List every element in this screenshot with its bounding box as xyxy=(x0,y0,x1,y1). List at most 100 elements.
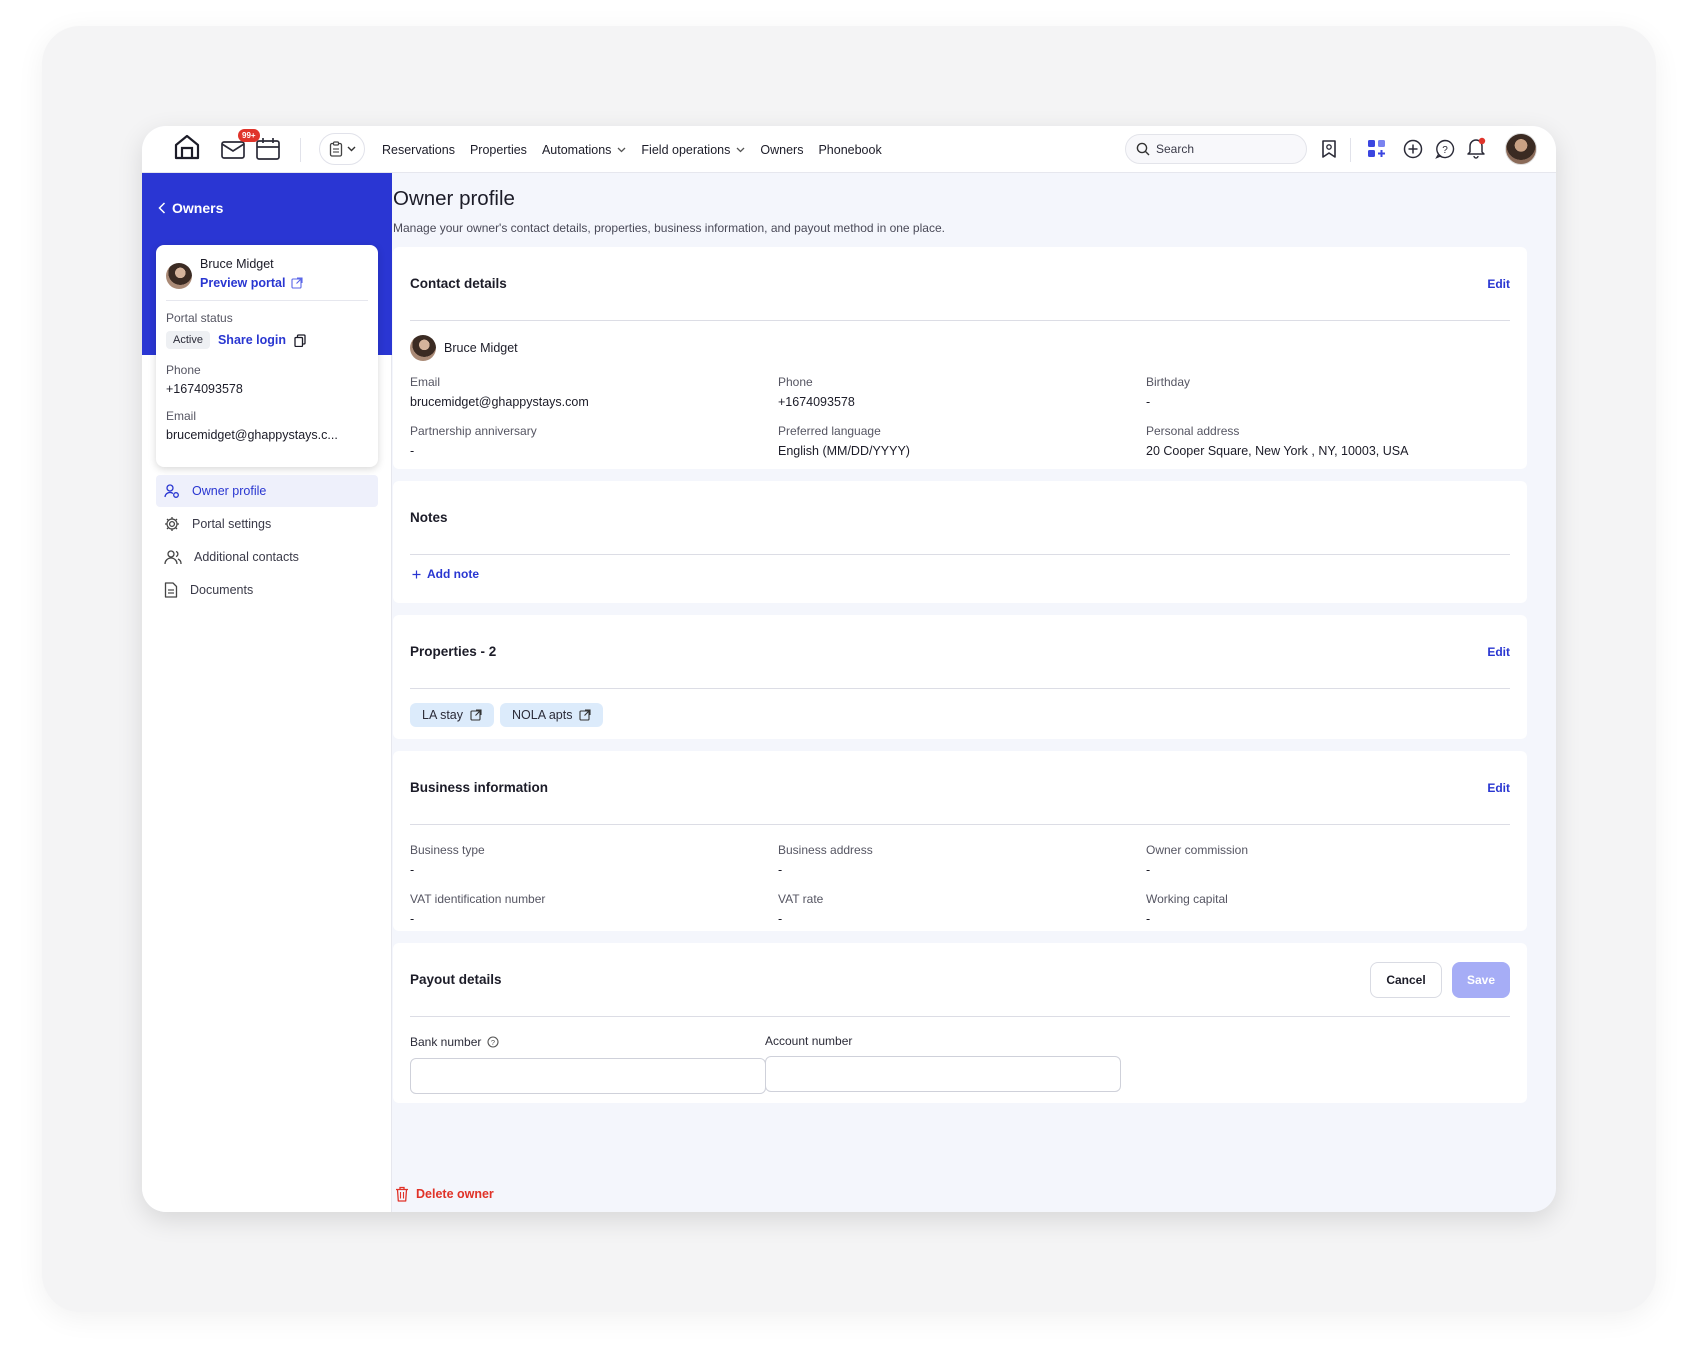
owner-avatar xyxy=(410,335,436,361)
owner-avatar xyxy=(166,263,192,289)
field-value: +1674093578 xyxy=(778,395,855,409)
document-icon xyxy=(164,582,178,598)
status-badge: Active xyxy=(166,331,210,349)
add-note-button[interactable]: Add note xyxy=(412,567,479,581)
nav-automations[interactable]: Automations xyxy=(542,143,626,157)
field-value: 20 Cooper Square, New York , NY, 10003, … xyxy=(1146,444,1409,458)
search-icon xyxy=(1136,142,1150,156)
nav-label: Phonebook xyxy=(818,142,882,157)
edit-contact-button[interactable]: Edit xyxy=(1487,277,1510,291)
menu-owner-profile[interactable]: Owner profile xyxy=(156,475,378,507)
chevron-down-icon xyxy=(347,146,355,152)
menu-label: Portal settings xyxy=(192,517,272,531)
delete-owner-label: Delete owner xyxy=(416,1187,494,1201)
page-title: Owner profile xyxy=(393,187,515,210)
nav-label: Properties xyxy=(469,142,527,157)
property-chips: LA stay NOLA apts xyxy=(410,703,609,727)
plus-icon xyxy=(412,570,421,578)
home-logo-icon[interactable] xyxy=(172,132,202,162)
divider xyxy=(300,138,301,162)
menu-label: Documents xyxy=(190,583,254,597)
field-value: - xyxy=(778,863,783,877)
nav-owners[interactable]: Owners xyxy=(760,143,803,157)
field-label: Business address xyxy=(778,843,873,857)
nav-phonebook[interactable]: Phonebook xyxy=(818,143,881,157)
back-to-owners-link[interactable]: Owners xyxy=(158,200,223,216)
user-avatar[interactable] xyxy=(1505,133,1537,165)
owner-summary-card: Bruce Midget Preview portal Portal statu… xyxy=(156,245,378,467)
email-value: brucemidget@ghappystays.c... xyxy=(166,428,338,442)
panel-title: Properties - 2 xyxy=(410,644,497,659)
phone-label: Phone xyxy=(166,363,201,377)
nav-field-operations[interactable]: Field operations xyxy=(641,143,745,157)
search-placeholder: Search xyxy=(1156,142,1195,156)
delete-owner-button[interactable]: Delete owner xyxy=(395,1186,494,1202)
contact-name-row: Bruce Midget xyxy=(410,335,518,361)
search-box[interactable]: Search xyxy=(1125,134,1307,164)
contact-fields: Email brucemidget@ghappystays.com Phone +1… xyxy=(410,375,1510,458)
field-label: Email xyxy=(410,375,441,389)
field-business-type: Business type - xyxy=(410,843,778,877)
field-vat-rate: VAT rate - xyxy=(778,892,1146,926)
bank-number-field: Bank number ? xyxy=(410,1035,766,1094)
panel-title: Business information xyxy=(410,780,549,795)
field-value: - xyxy=(778,912,783,926)
field-value: - xyxy=(1146,395,1151,409)
owner-name: Bruce Midget xyxy=(200,257,274,271)
back-label: Owners xyxy=(172,200,224,216)
nav-label: Automations xyxy=(541,142,612,157)
help-icon[interactable]: ? xyxy=(487,1036,499,1048)
divider xyxy=(1350,138,1351,162)
help-chat-icon[interactable]: ? xyxy=(1433,137,1457,161)
edit-business-button[interactable]: Edit xyxy=(1487,781,1510,795)
add-circle-icon[interactable] xyxy=(1401,137,1425,161)
copy-icon[interactable] xyxy=(294,333,306,347)
bookmark-icon[interactable] xyxy=(1318,138,1340,160)
field-label: VAT identification number xyxy=(410,892,546,906)
apps-grid-icon[interactable] xyxy=(1365,137,1389,161)
nav-properties[interactable]: Properties xyxy=(470,143,527,157)
field-label: Owner commission xyxy=(1146,843,1249,857)
field-label: Partnership anniversary xyxy=(410,424,537,438)
field-address: Personal address 20 Cooper Square, New Yo… xyxy=(1146,424,1514,458)
menu-additional-contacts[interactable]: Additional contacts xyxy=(156,541,378,573)
field-value: - xyxy=(1146,912,1151,926)
account-number-input[interactable] xyxy=(765,1056,1121,1092)
field-business-address: Business address - xyxy=(778,843,1146,877)
share-login-link[interactable]: Share login xyxy=(218,333,286,347)
contact-name: Bruce Midget xyxy=(444,341,518,355)
panel-header: Business information Edit xyxy=(410,751,1510,825)
payout-details-panel: Payout details Cancel Save Bank number ?… xyxy=(393,943,1527,1103)
menu-portal-settings[interactable]: Portal settings xyxy=(156,508,378,540)
property-chip[interactable]: LA stay xyxy=(410,703,494,727)
property-chip[interactable]: NOLA apts xyxy=(500,703,604,727)
nav-label: Field operations xyxy=(641,142,731,157)
field-label: Working capital xyxy=(1146,892,1228,906)
owner-menu: Owner profile Portal settings Additional… xyxy=(156,475,378,607)
save-button[interactable]: Save xyxy=(1452,961,1510,998)
nav-label: Owners xyxy=(760,142,804,157)
svg-text:?: ? xyxy=(491,1038,495,1047)
calendar-icon[interactable] xyxy=(254,135,282,163)
cancel-button[interactable]: Cancel xyxy=(1370,961,1442,998)
panel-title: Payout details xyxy=(410,972,502,987)
preview-portal-link[interactable]: Preview portal xyxy=(200,276,304,290)
edit-properties-button[interactable]: Edit xyxy=(1487,645,1510,659)
nav-reservations[interactable]: Reservations xyxy=(382,143,455,157)
svg-text:?: ? xyxy=(1442,145,1448,156)
add-note-label: Add note xyxy=(427,567,479,581)
notification-bell-icon[interactable] xyxy=(1464,136,1488,160)
field-owner-commission: Owner commission - xyxy=(1146,843,1514,877)
account-number-field: Account number xyxy=(765,1034,1121,1092)
trash-icon xyxy=(396,1186,408,1202)
main-nav: Reservations Properties Automations Fiel… xyxy=(382,126,897,173)
field-value: - xyxy=(410,863,415,877)
field-label: Personal address xyxy=(1146,424,1240,438)
bank-number-input[interactable] xyxy=(410,1058,766,1094)
external-link-icon xyxy=(470,709,482,721)
panel-header: Contact details Edit xyxy=(410,247,1510,321)
gear-icon xyxy=(165,517,179,531)
clipboard-dropdown-button[interactable] xyxy=(319,133,365,165)
menu-documents[interactable]: Documents xyxy=(156,574,378,606)
notes-panel: Notes Add note xyxy=(393,481,1527,603)
